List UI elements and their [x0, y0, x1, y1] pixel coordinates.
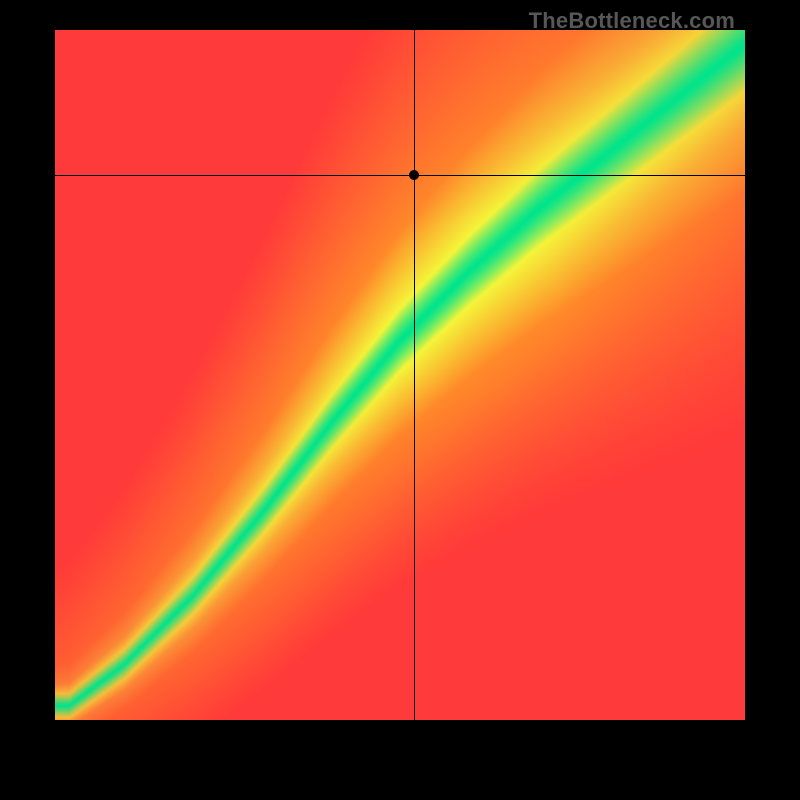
- data-point-marker: [409, 170, 419, 180]
- crosshair-vertical: [414, 30, 415, 720]
- heatmap-plot: [55, 30, 745, 720]
- watermark-text: TheBottleneck.com: [529, 8, 735, 34]
- crosshair-horizontal: [55, 175, 745, 176]
- heatmap-canvas: [55, 30, 745, 720]
